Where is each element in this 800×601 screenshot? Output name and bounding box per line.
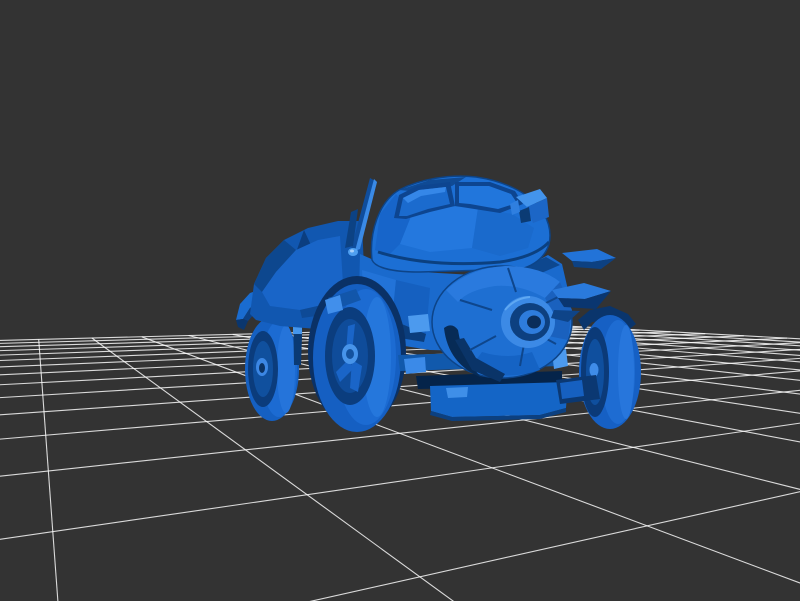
front-left-hub-center xyxy=(346,349,354,359)
rear-left-hub-center xyxy=(259,363,265,373)
under-engine-panel xyxy=(560,380,584,399)
skid-plate xyxy=(430,382,568,417)
front-right-hub xyxy=(590,363,599,377)
side-panel-light xyxy=(408,314,430,333)
engine-nozzle-hole xyxy=(527,316,541,329)
chassis-bracket xyxy=(404,357,426,374)
rear-left-tire-band2 xyxy=(277,325,295,413)
viewer-window xyxy=(0,0,800,601)
viewport-3d[interactable] xyxy=(0,0,800,601)
antenna-knob-highlight xyxy=(350,250,354,253)
skid-plate-light xyxy=(446,387,468,398)
front-right-tire-band2 xyxy=(618,325,634,419)
